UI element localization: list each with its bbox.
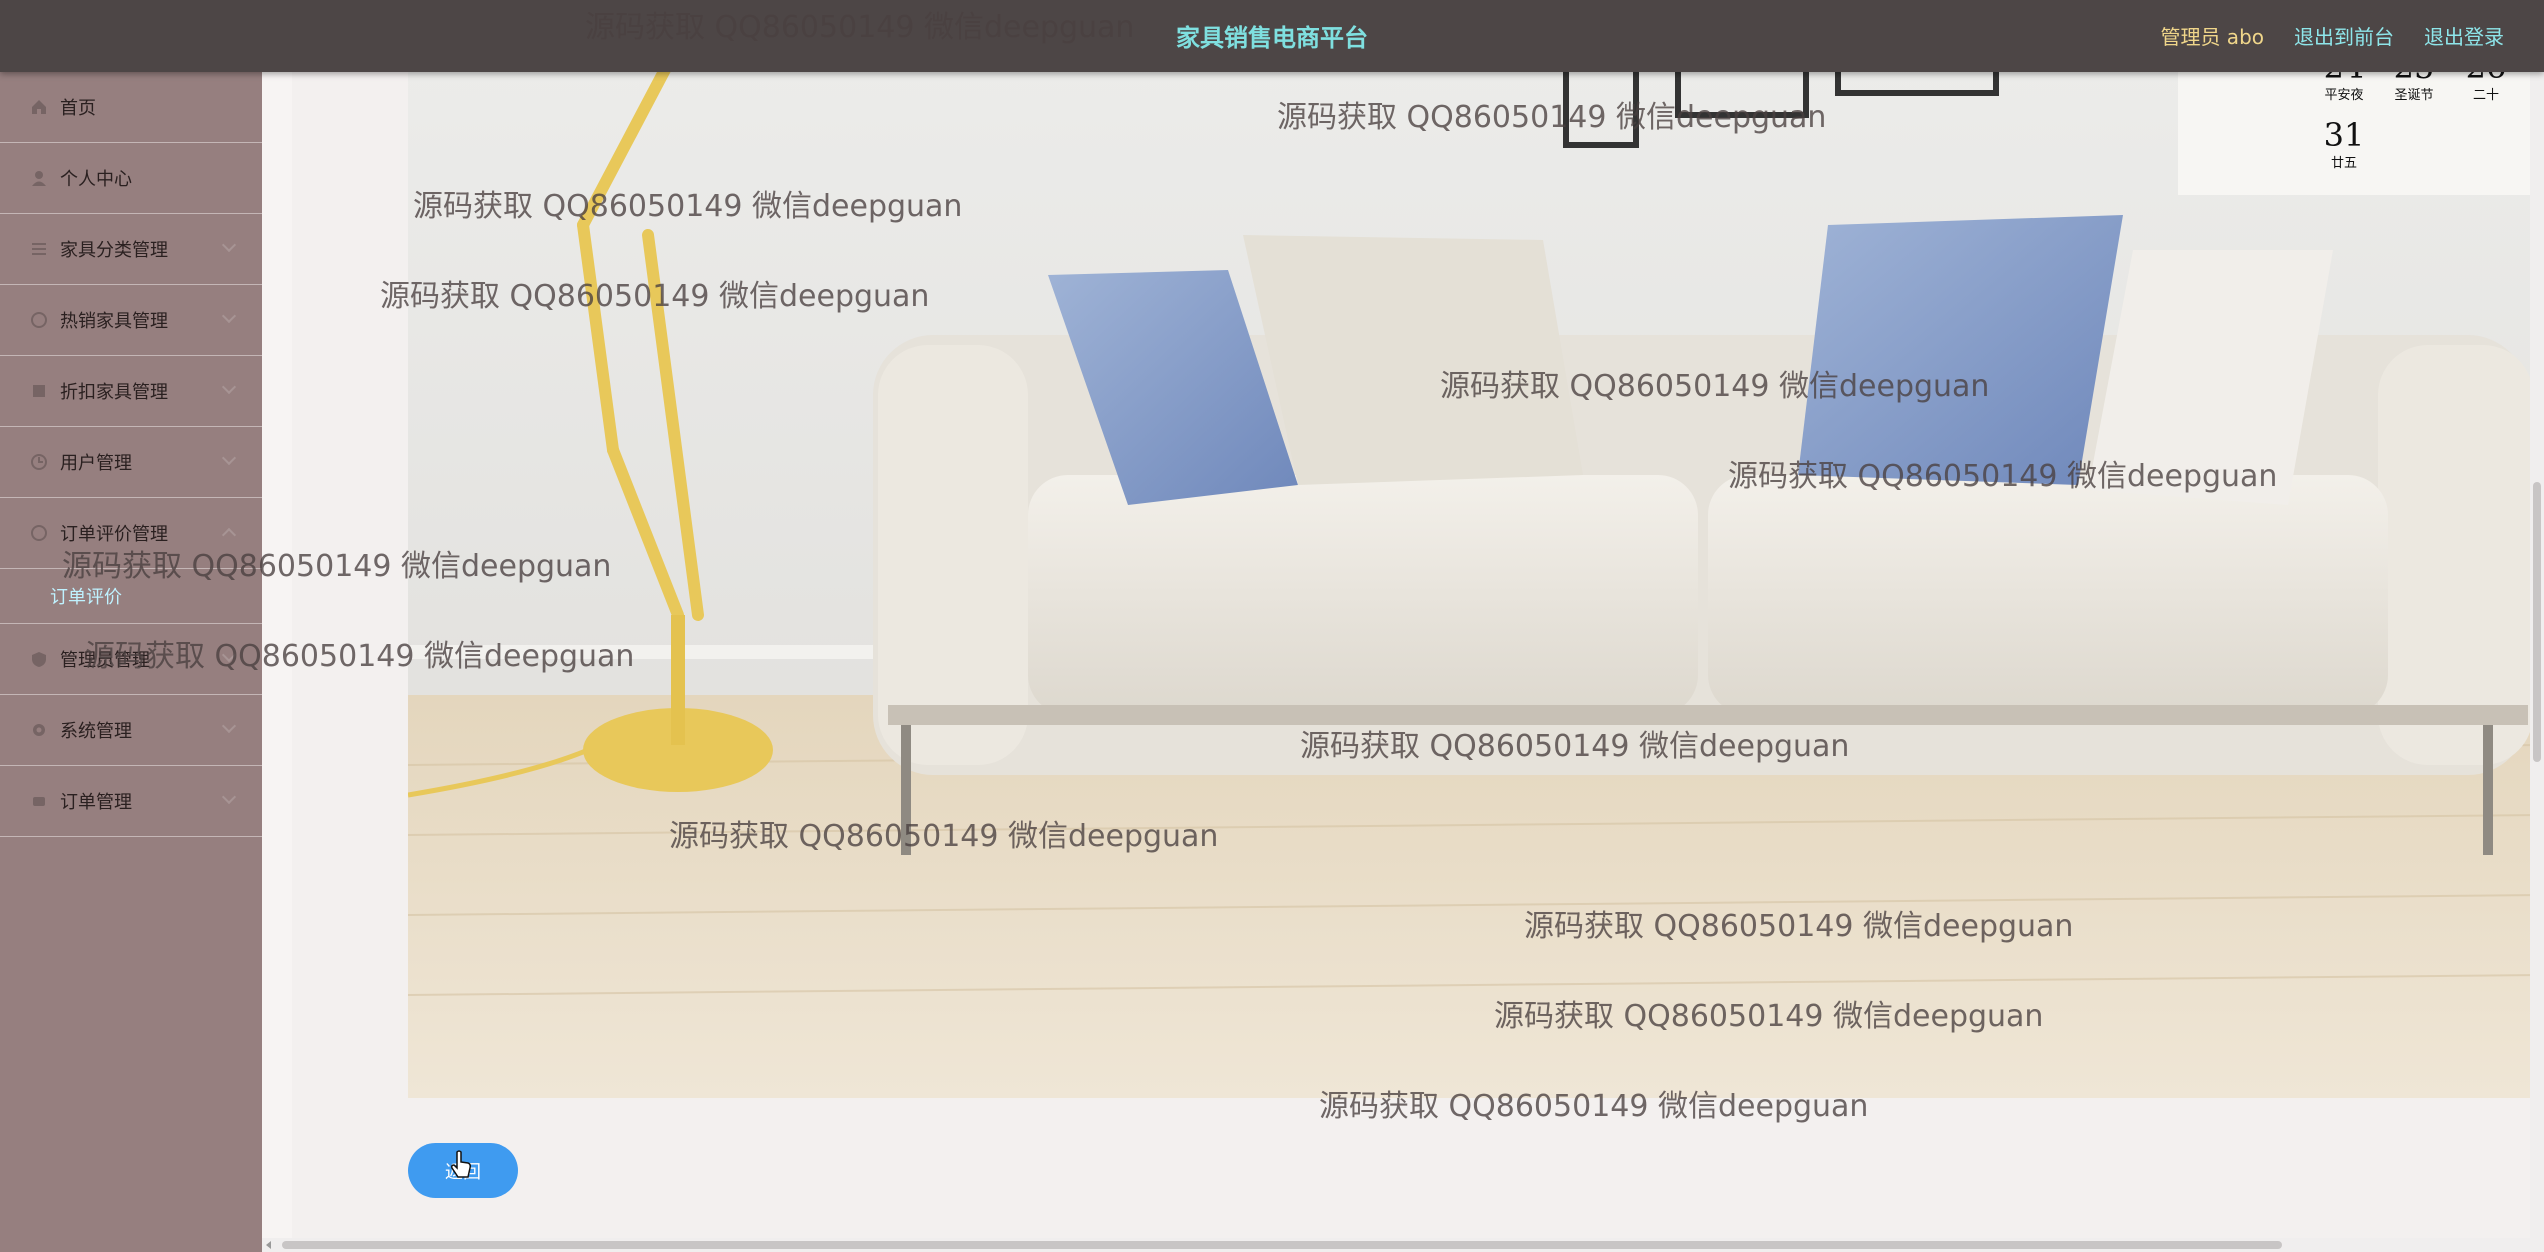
shield-icon (28, 648, 50, 670)
tag-icon (28, 380, 50, 402)
sidebar-item-discount[interactable]: 折扣家具管理 (0, 356, 262, 427)
sidebar-item-label: 订单评价管理 (60, 524, 168, 545)
sidebar-item-label: 家具分类管理 (60, 240, 168, 261)
chevron-down-icon (221, 718, 237, 734)
sidebar-item-label: 订单管理 (60, 792, 132, 813)
chevron-up-icon (221, 527, 237, 543)
sidebar-item-reviews[interactable]: 订单评价管理 (0, 498, 262, 569)
detail-image (408, 45, 2544, 1098)
fire-icon (28, 309, 50, 331)
sidebar-item-label: 个人中心 (60, 169, 132, 190)
sidebar-item-hot[interactable]: 热销家具管理 (0, 285, 262, 356)
sidebar-item-label: 用户管理 (60, 453, 132, 474)
sidebar-item-profile[interactable]: 个人中心 (0, 143, 262, 214)
logout-link[interactable]: 退出登录 (2424, 21, 2504, 50)
user-role-label: 管理员 abo (2160, 25, 2264, 49)
sidebar-item-users[interactable]: 用户管理 (0, 427, 262, 498)
scrollbar-thumb[interactable] (2533, 482, 2541, 762)
calendar-day: 31 廿五 (2323, 116, 2365, 171)
chevron-down-icon (221, 450, 237, 466)
home-icon (28, 96, 50, 118)
scrollbar-thumb[interactable] (282, 1241, 2282, 1249)
sidebar-item-label: 折扣家具管理 (60, 382, 168, 403)
sidebar-item-admins[interactable]: 管理员管理 (0, 624, 262, 695)
users-icon (28, 451, 50, 473)
sidebar-item-home[interactable]: 首页 (0, 72, 262, 143)
user-actions: 管理员 abo 退出到前台 退出登录 (2160, 21, 2504, 50)
sidebar: 首页 个人中心 家具分类管理 热销家具管理 折扣家具管理 用户管理 订单评价管理… (0, 72, 262, 1252)
comment-icon (28, 522, 50, 544)
sidebar-item-label: 首页 (60, 98, 96, 119)
gear-icon (28, 719, 50, 741)
hand-cursor-icon (451, 1150, 471, 1178)
submenu-item-order-review[interactable]: 订单评价 (0, 569, 262, 624)
horizontal-scrollbar[interactable] (262, 1238, 2544, 1252)
chevron-down-icon (221, 308, 237, 324)
top-header: 家具销售电商平台 管理员 abo 退出到前台 退出登录 (0, 0, 2544, 72)
cart-icon (28, 790, 50, 812)
scroll-left-icon[interactable] (266, 1241, 271, 1249)
sidebar-item-label: 热销家具管理 (60, 311, 168, 332)
list-icon (28, 238, 50, 260)
sidebar-item-orders[interactable]: 订单管理 (0, 766, 262, 837)
exit-to-frontend-link[interactable]: 退出到前台 (2294, 21, 2394, 50)
chevron-down-icon (221, 379, 237, 395)
sidebar-item-label: 系统管理 (60, 721, 132, 742)
chevron-down-icon (221, 647, 237, 663)
sidebar-item-category[interactable]: 家具分类管理 (0, 214, 262, 285)
chevron-down-icon (221, 237, 237, 253)
content-gutter (262, 72, 292, 1252)
sidebar-item-system[interactable]: 系统管理 (0, 695, 262, 766)
user-icon (28, 167, 50, 189)
chevron-down-icon (221, 789, 237, 805)
vertical-scrollbar[interactable] (2530, 72, 2544, 1252)
sidebar-item-label: 管理员管理 (60, 650, 150, 671)
